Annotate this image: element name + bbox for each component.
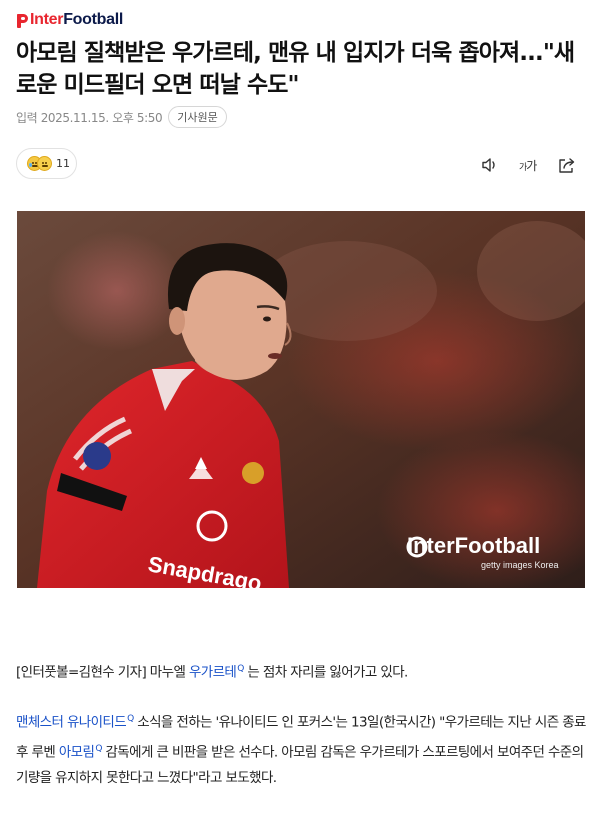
original-article-button[interactable]: 기사원문 [168, 106, 227, 128]
laugh-face-icon [37, 156, 52, 171]
player-link-ugarte[interactable]: 우가르테 [189, 665, 237, 681]
interfootball-logo-icon[interactable] [16, 13, 29, 28]
reaction-button[interactable]: 11 [16, 148, 77, 179]
speaker-icon [482, 158, 495, 172]
paragraph-2-suffix: 감독에게 큰 비판을 받은 선수다. 아모림 감독은 우가르테가 스포르팅에서 … [16, 744, 584, 786]
paragraph-1-text: [인터풋볼=김현수 기자] 마누엘 [16, 664, 189, 681]
article-meta: 입력 2025.11.15. 오후 5:50 기사원문 [16, 106, 227, 128]
font-size-button[interactable]: 가가 [519, 155, 537, 175]
reaction-count: 11 [56, 157, 70, 170]
logo-text-part2: Football [63, 11, 123, 28]
publish-date: 입력 2025.11.15. 오후 5:50 [16, 110, 163, 125]
paragraph-1-suffix: 는 점차 자리를 잃어가고 있다. [243, 664, 408, 681]
share-icon [559, 157, 575, 173]
font-label-large: 가 [526, 158, 537, 173]
font-size-icon: 가가 [519, 157, 537, 174]
article-paragraph-1: [인터풋볼=김현수 기자] 마누엘 우가르테Q 는 점차 자리를 잃어가고 있다… [16, 656, 586, 686]
listen-button[interactable] [481, 155, 499, 175]
logo-text-part1: Inter [30, 11, 64, 28]
article-paragraph-2: 맨체스터 유나이티드Q 소식을 전하는 '유나이티드 인 포커스'는 13일(한… [16, 706, 586, 791]
team-link-man-utd[interactable]: 맨체스터 유나이티드 [16, 715, 127, 731]
article-title: 아모림 질책받은 우가르테, 맨유 내 입지가 더욱 좁아져..."새로운 미드… [16, 40, 575, 98]
share-button[interactable] [557, 155, 577, 175]
photo-credit: getty images Korea [481, 560, 559, 570]
player-photo-illustration: Snapdrago InterFootball getty images Kor… [17, 211, 585, 588]
site-header: InterFootball [16, 10, 123, 30]
site-logo-text[interactable]: InterFootball [30, 11, 123, 29]
article-photo[interactable]: Snapdrago InterFootball getty images Kor… [17, 211, 585, 588]
person-link-amorim[interactable]: 아모림 [59, 744, 95, 760]
